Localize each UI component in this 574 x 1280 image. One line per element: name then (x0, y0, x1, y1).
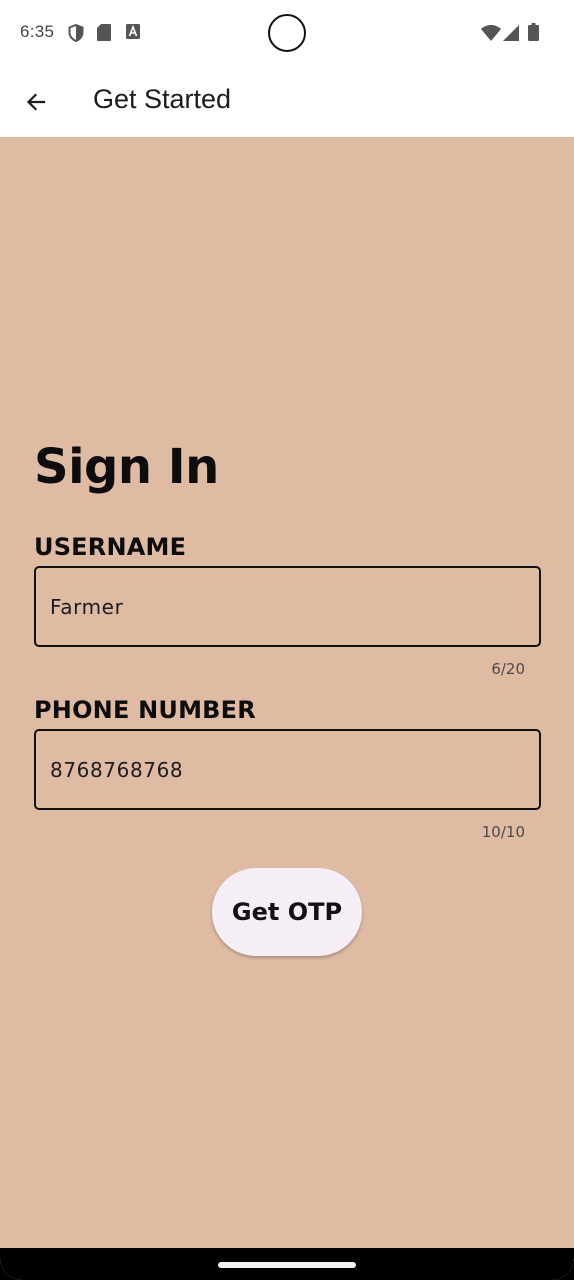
status-bar: 6:35 (0, 0, 574, 66)
phone-screen: 6:35 Get Started Sign In USERNAME Farmer… (0, 0, 574, 1280)
wifi-icon (481, 25, 501, 41)
phone-number-char-counter: 10/10 (481, 823, 525, 841)
camera-cutout (268, 14, 306, 52)
username-label: USERNAME (34, 533, 187, 561)
arrow-back-icon (26, 93, 46, 111)
shield-icon (68, 24, 84, 42)
phone-number-label: PHONE NUMBER (34, 696, 256, 724)
username-field-box (34, 566, 541, 647)
phone-number-field-box (34, 729, 541, 810)
username-input[interactable] (36, 568, 539, 645)
battery-icon (528, 23, 539, 41)
sd-card-icon (97, 24, 111, 41)
home-indicator[interactable] (218, 1262, 356, 1268)
phone-number-input[interactable] (36, 731, 539, 808)
navigation-bar (0, 1248, 574, 1280)
sign-in-form: Sign In USERNAME 6/20 PHONE NUMBER 10/10… (0, 137, 574, 1248)
app-bar: Get Started (0, 66, 574, 137)
back-button[interactable] (14, 80, 58, 124)
text-a-icon (126, 24, 140, 39)
get-otp-button[interactable]: Get OTP (212, 868, 362, 956)
username-char-counter: 6/20 (491, 660, 525, 678)
signal-icon (503, 25, 519, 41)
status-time: 6:35 (20, 22, 55, 41)
sign-in-heading: Sign In (34, 439, 219, 495)
page-title: Get Started (93, 84, 232, 114)
